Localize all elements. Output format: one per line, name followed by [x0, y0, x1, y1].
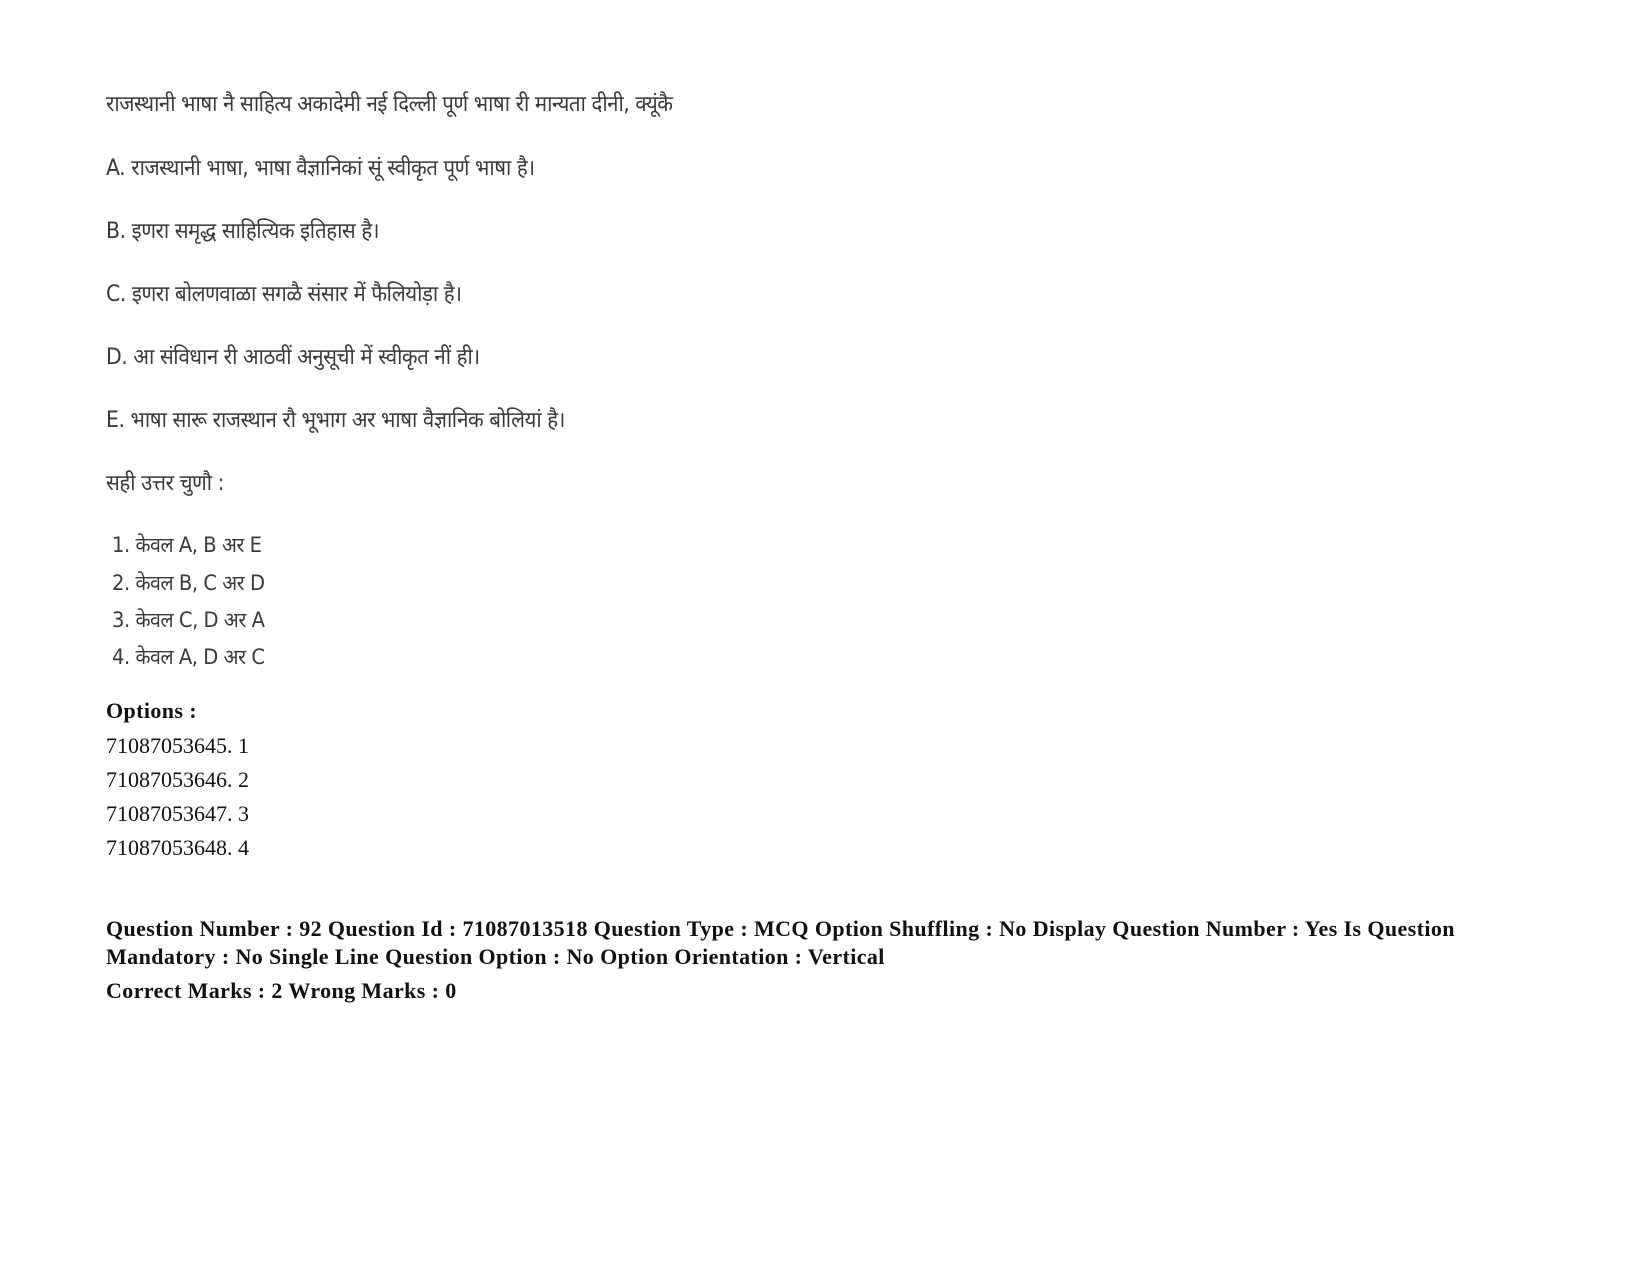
answer-choice-3: 3. केवल C, D अर A	[112, 608, 265, 632]
option-item-3: 71087053647. 3	[106, 801, 249, 826]
answer-prompt: सही उत्तर चुणौ :	[106, 471, 225, 496]
option-item-2: 71087053646. 2	[106, 767, 249, 792]
options-heading: Options :	[106, 698, 198, 723]
answer-choice-2: 2. केवल B, C अर D	[112, 571, 265, 595]
answer-choice-4: 4. केवल A, D अर C	[112, 645, 265, 669]
answer-choice-1: 1. केवल A, B अर E	[112, 533, 262, 557]
option-item-4: 71087053648. 4	[106, 835, 249, 860]
statement-e: E. भाषा सारू राजस्थान रौ भूभाग अर भाषा व…	[106, 408, 565, 433]
question-stem: राजस्थानी भाषा नै साहित्य अकादेमी नई दिल…	[106, 92, 673, 117]
marks-info: Correct Marks : 2 Wrong Marks : 0	[106, 978, 457, 1003]
question-metadata: Question Number : 92 Question Id : 71087…	[106, 916, 1455, 969]
statement-b: B. इणरा समृद्ध साहित्यिक इतिहास है।	[106, 219, 380, 244]
option-item-1: 71087053645. 1	[106, 733, 249, 758]
statement-d: D. आ संविधान री आठवीं अनुसूची में स्वीकृ…	[106, 345, 480, 370]
statement-a: A. राजस्थानी भाषा, भाषा वैज्ञानिकां सूं …	[106, 156, 535, 181]
statement-c: C. इणरा बोलणवाळा सगळै संसार में फैलियोड़…	[106, 282, 462, 307]
